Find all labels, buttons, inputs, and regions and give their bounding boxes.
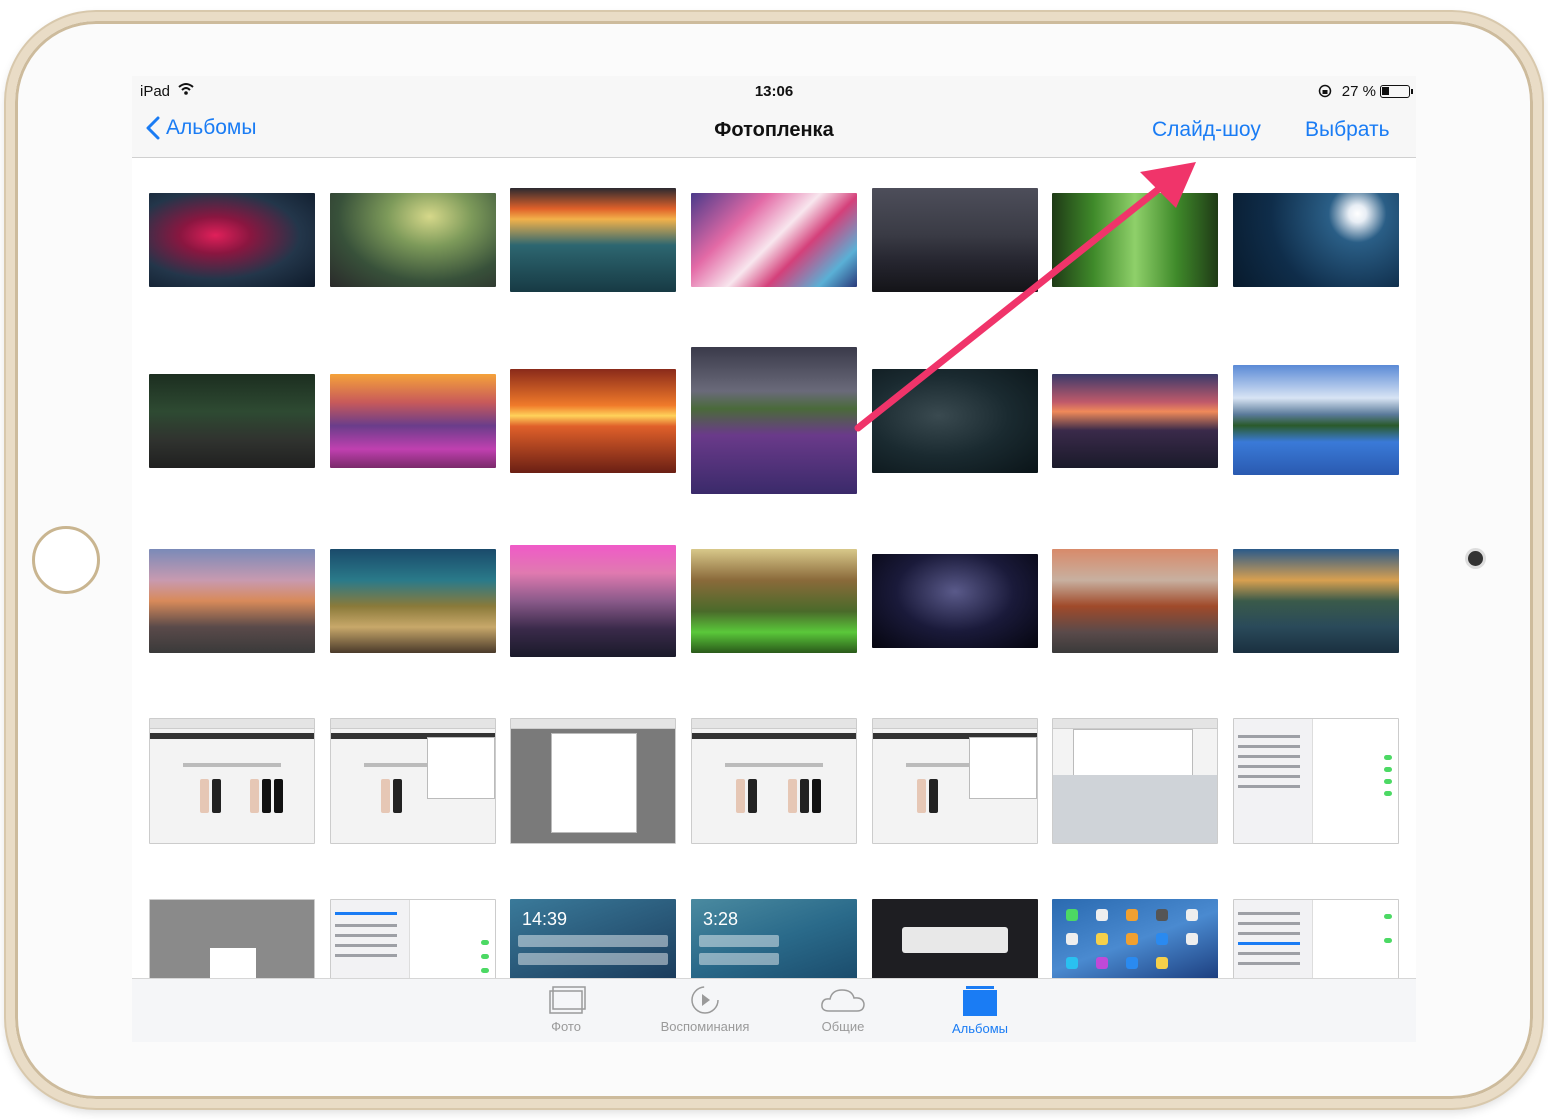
- photo-thumbnail[interactable]: [510, 545, 676, 657]
- photos-icon: [549, 986, 586, 1014]
- lockscreen-thumbnail[interactable]: 14:39: [510, 899, 676, 978]
- slideshow-button[interactable]: Слайд-шоу: [1152, 118, 1261, 142]
- screenshot-thumbnail[interactable]: [872, 718, 1038, 844]
- photo-thumbnail[interactable]: [330, 374, 496, 468]
- camera-dot: [1468, 551, 1483, 566]
- photo-thumbnail[interactable]: [1233, 365, 1399, 475]
- photo-thumbnail[interactable]: [149, 549, 315, 653]
- tab-shared[interactable]: Общие: [778, 985, 908, 1034]
- photo-thumbnail[interactable]: [872, 188, 1038, 292]
- screen: iPad 13:06 27 % Альбомы Фотопленка Слайд…: [132, 76, 1416, 1042]
- tab-photos-label: Фото: [551, 1019, 581, 1034]
- photo-thumbnail[interactable]: [1233, 193, 1399, 287]
- photo-thumbnail[interactable]: [1052, 549, 1218, 653]
- photo-thumbnail[interactable]: [510, 188, 676, 292]
- tab-shared-label: Общие: [821, 1019, 865, 1034]
- tab-albums[interactable]: Альбомы: [915, 985, 1045, 1036]
- screenshot-thumbnail[interactable]: [510, 718, 676, 844]
- screenshot-thumbnail[interactable]: [691, 718, 857, 844]
- photo-thumbnail[interactable]: [691, 347, 857, 494]
- status-bar: iPad 13:06 27 %: [132, 76, 1416, 106]
- screenshot-thumbnail[interactable]: [330, 899, 496, 978]
- lockscreen-time: 14:39: [522, 909, 568, 929]
- lockscreen-thumbnail[interactable]: 3:28: [691, 899, 857, 978]
- photo-thumbnail[interactable]: [1233, 549, 1399, 653]
- select-button[interactable]: Выбрать: [1305, 118, 1390, 142]
- photo-thumbnail[interactable]: [1052, 374, 1218, 468]
- homescreen-thumbnail[interactable]: [1052, 899, 1218, 978]
- lockscreen-time: 3:28: [703, 909, 739, 929]
- albums-icon: [963, 986, 997, 1016]
- screenshot-thumbnail[interactable]: [330, 718, 496, 844]
- memories-icon: [691, 986, 719, 1014]
- battery-icon: [1380, 85, 1413, 98]
- tab-memories[interactable]: Воспоминания: [640, 985, 770, 1034]
- chevron-left-icon: [146, 116, 160, 140]
- back-button-label: Альбомы: [166, 116, 257, 139]
- photo-thumbnail[interactable]: [149, 374, 315, 468]
- photo-thumbnail[interactable]: [1052, 193, 1218, 287]
- screenshot-thumbnail[interactable]: [1233, 899, 1399, 978]
- screenshot-thumbnail[interactable]: [1233, 718, 1399, 844]
- screenshot-thumbnail[interactable]: [1052, 718, 1218, 844]
- photo-grid: 14:39 3:28: [132, 158, 1416, 978]
- screenshot-thumbnail[interactable]: [149, 718, 315, 844]
- tab-albums-label: Альбомы: [952, 1021, 1008, 1036]
- tab-photos[interactable]: Фото: [501, 985, 631, 1034]
- photo-thumbnail[interactable]: [149, 193, 315, 287]
- cloud-icon: [821, 989, 865, 1012]
- photo-thumbnail[interactable]: [330, 549, 496, 653]
- photo-thumbnail[interactable]: [510, 369, 676, 473]
- tab-memories-label: Воспоминания: [660, 1019, 750, 1034]
- photo-thumbnail[interactable]: [872, 554, 1038, 648]
- tab-bar: Фото Воспоминания Общие Альбомы: [132, 978, 1416, 1042]
- siri-screenshot-thumbnail[interactable]: [872, 899, 1038, 978]
- status-time: 13:06: [754, 83, 794, 100]
- photo-thumbnail[interactable]: [330, 193, 496, 287]
- screenshot-thumbnail[interactable]: [149, 899, 315, 978]
- photo-thumbnail[interactable]: [691, 549, 857, 653]
- navigation-bar: Альбомы Фотопленка Слайд-шоу Выбрать: [132, 106, 1416, 158]
- back-button[interactable]: Альбомы: [146, 116, 256, 140]
- battery-percent: 27 %: [1341, 83, 1376, 100]
- rotation-lock-icon: [1318, 84, 1332, 98]
- photo-thumbnail[interactable]: [872, 369, 1038, 473]
- home-button[interactable]: [32, 526, 100, 594]
- photo-thumbnail[interactable]: [691, 193, 857, 287]
